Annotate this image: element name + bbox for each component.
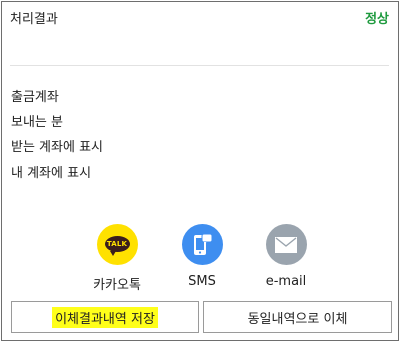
sender-label: 보내는 분	[11, 115, 63, 130]
talk-bubble: TALK	[104, 235, 130, 256]
share-sms-label: SMS	[188, 274, 216, 289]
kakaotalk-icon: TALK	[96, 224, 138, 265]
withdrawal-account-label: 출금계좌	[11, 90, 59, 105]
talk-text: TALK	[106, 239, 128, 248]
transfer-result-panel: 처리결과 정상 출금계좌 보내는 분 받는 계좌에 표시 내 계좌에 표시 TA…	[1, 1, 399, 341]
result-label: 처리결과	[10, 12, 58, 27]
repeat-transfer-button[interactable]: 동일내역으로 이체	[203, 301, 392, 333]
share-sms-button[interactable]: SMS	[162, 224, 242, 289]
envelope-icon	[265, 224, 307, 265]
my-display-label: 내 계좌에 표시	[11, 166, 92, 181]
sms-icon	[181, 224, 223, 265]
share-kakaotalk-button[interactable]: TALK 카카오톡	[77, 224, 157, 293]
recipient-display-label: 받는 계좌에 표시	[11, 140, 103, 155]
share-email-button[interactable]: e-mail	[246, 224, 326, 289]
divider	[10, 65, 389, 66]
share-kakaotalk-label: 카카오톡	[93, 278, 141, 293]
share-email-label: e-mail	[265, 274, 307, 289]
save-result-label: 이체결과내역 저장	[52, 306, 158, 328]
result-status: 정상	[365, 12, 389, 27]
save-result-button[interactable]: 이체결과내역 저장	[11, 301, 199, 333]
result-row: 처리결과 정상	[10, 8, 389, 27]
